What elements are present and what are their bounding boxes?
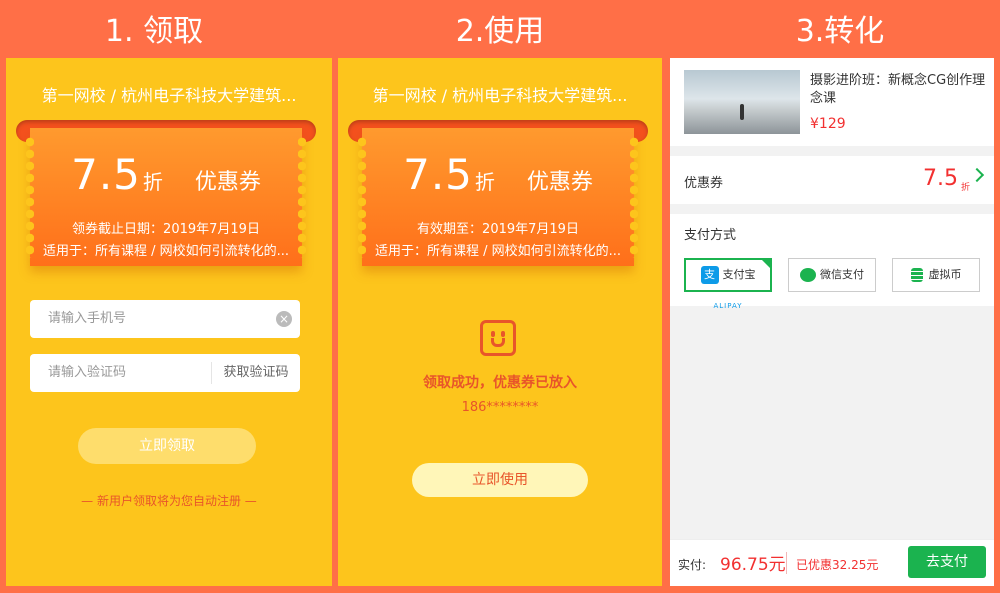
alipay-sublabel: ALIPAY: [713, 302, 743, 310]
course-thumbnail: [684, 70, 800, 134]
alipay-icon: 支: [700, 266, 719, 284]
selected-check-icon: [760, 258, 772, 270]
masked-phone: 186********: [461, 400, 539, 415]
claim-button[interactable]: 立即领取: [78, 428, 256, 464]
claim-panel: 第一网校 / 杭州电子科技大学建筑... 7.5 折 优惠券 领券截止日期：2019…: [6, 58, 332, 586]
school-name: 第一网校 / 杭州电子科技大学建筑...: [372, 86, 628, 105]
pay-total: 96.75元: [720, 555, 786, 575]
code-placeholder: 请输入验证码: [48, 365, 127, 380]
step-title-3: 3.转化: [795, 14, 885, 49]
step-title-2: 2.使用: [455, 14, 545, 49]
coupon-validity: 有效期至：2019年7月19日: [417, 222, 579, 237]
actual-pay-label: 实付:: [678, 558, 707, 572]
phone-placeholder: 请输入手机号: [48, 311, 127, 326]
pay-button[interactable]: 去支付: [908, 546, 986, 578]
use-now-button[interactable]: 立即使用: [412, 463, 588, 497]
coupon-unit: 折: [474, 170, 495, 194]
chevron-right-icon[interactable]: [969, 167, 985, 183]
code-input[interactable]: 请输入验证码 获取验证码: [30, 354, 300, 392]
clear-icon[interactable]: ×: [276, 311, 292, 327]
coupon-deadline: 领券截止日期：2019年7月19日: [72, 222, 260, 237]
smiley-icon: [480, 320, 516, 356]
saved-amount: 已优惠32.25元: [796, 558, 879, 572]
coupon-value: 7.5: [71, 150, 141, 199]
pay-option-coin[interactable]: 虚拟币: [892, 258, 980, 292]
coupon-scope: 适用于：所有课程 / 网校如何引流转化的...: [374, 244, 622, 259]
coupon-row-unit: 折: [960, 183, 970, 193]
school-name: 第一网校 / 杭州电子科技大学建筑...: [41, 86, 297, 105]
coin-icon: [910, 268, 923, 282]
coupon-row-value: 7.5: [923, 166, 958, 191]
coupon-scope: 适用于：所有课程 / 网校如何引流转化的...: [42, 244, 290, 259]
use-panel: 第一网校 / 杭州电子科技大学建筑... 7.5 折 优惠券 有效期至：2019年7…: [338, 58, 662, 586]
phone-input[interactable]: 请输入手机号 ×: [30, 300, 300, 338]
pay-option-wechat[interactable]: 微信支付: [788, 258, 876, 292]
checkout-panel: 摄影进阶班：新概念CG创作理念课 ¥129 优惠券 7.5 折 支付方式 支支付…: [670, 58, 994, 586]
coin-label: 虚拟币: [928, 268, 962, 281]
coupon-label: 优惠券: [194, 170, 261, 195]
course-card: 摄影进阶班：新概念CG创作理念课 ¥129: [670, 58, 994, 146]
coupon-ticket: 7.5 折 优惠券 有效期至：2019年7月19日 适用于：所有课程 / 网校如何引…: [358, 128, 638, 266]
coupon-unit: 折: [142, 170, 163, 194]
step-title-1: 1. 领取: [104, 14, 204, 49]
wechat-icon: [800, 268, 816, 282]
payment-method-label: 支付方式: [684, 228, 737, 243]
checkout-bar: 实付: 96.75元 已优惠32.25元 去支付: [670, 539, 994, 586]
alipay-label: 支付宝: [722, 268, 756, 281]
pay-option-alipay[interactable]: 支支付宝 ALIPAY: [684, 258, 772, 310]
success-message: 领取成功，优惠券已放入: [423, 375, 577, 391]
coupon-row[interactable]: 优惠券 7.5 折: [670, 156, 994, 204]
register-note: — 新用户领取将为您自动注册 —: [81, 494, 257, 508]
coupon-row-label: 优惠券: [684, 176, 724, 191]
payment-method-section: 支付方式 支支付宝 ALIPAY 微信支付 虚拟币: [670, 214, 994, 310]
coupon-ticket: 7.5 折 优惠券 领券截止日期：2019年7月19日 适用于：所有课程 / 网校如…: [26, 128, 306, 266]
wechat-label: 微信支付: [820, 268, 864, 281]
get-code-button[interactable]: 获取验证码: [211, 362, 300, 384]
coupon-value: 7.5: [403, 150, 473, 199]
divider: [786, 552, 787, 574]
coupon-label: 优惠券: [526, 170, 593, 195]
course-title: 摄影进阶班：新概念CG创作理念课: [810, 73, 986, 106]
course-price: ¥129: [810, 116, 846, 132]
